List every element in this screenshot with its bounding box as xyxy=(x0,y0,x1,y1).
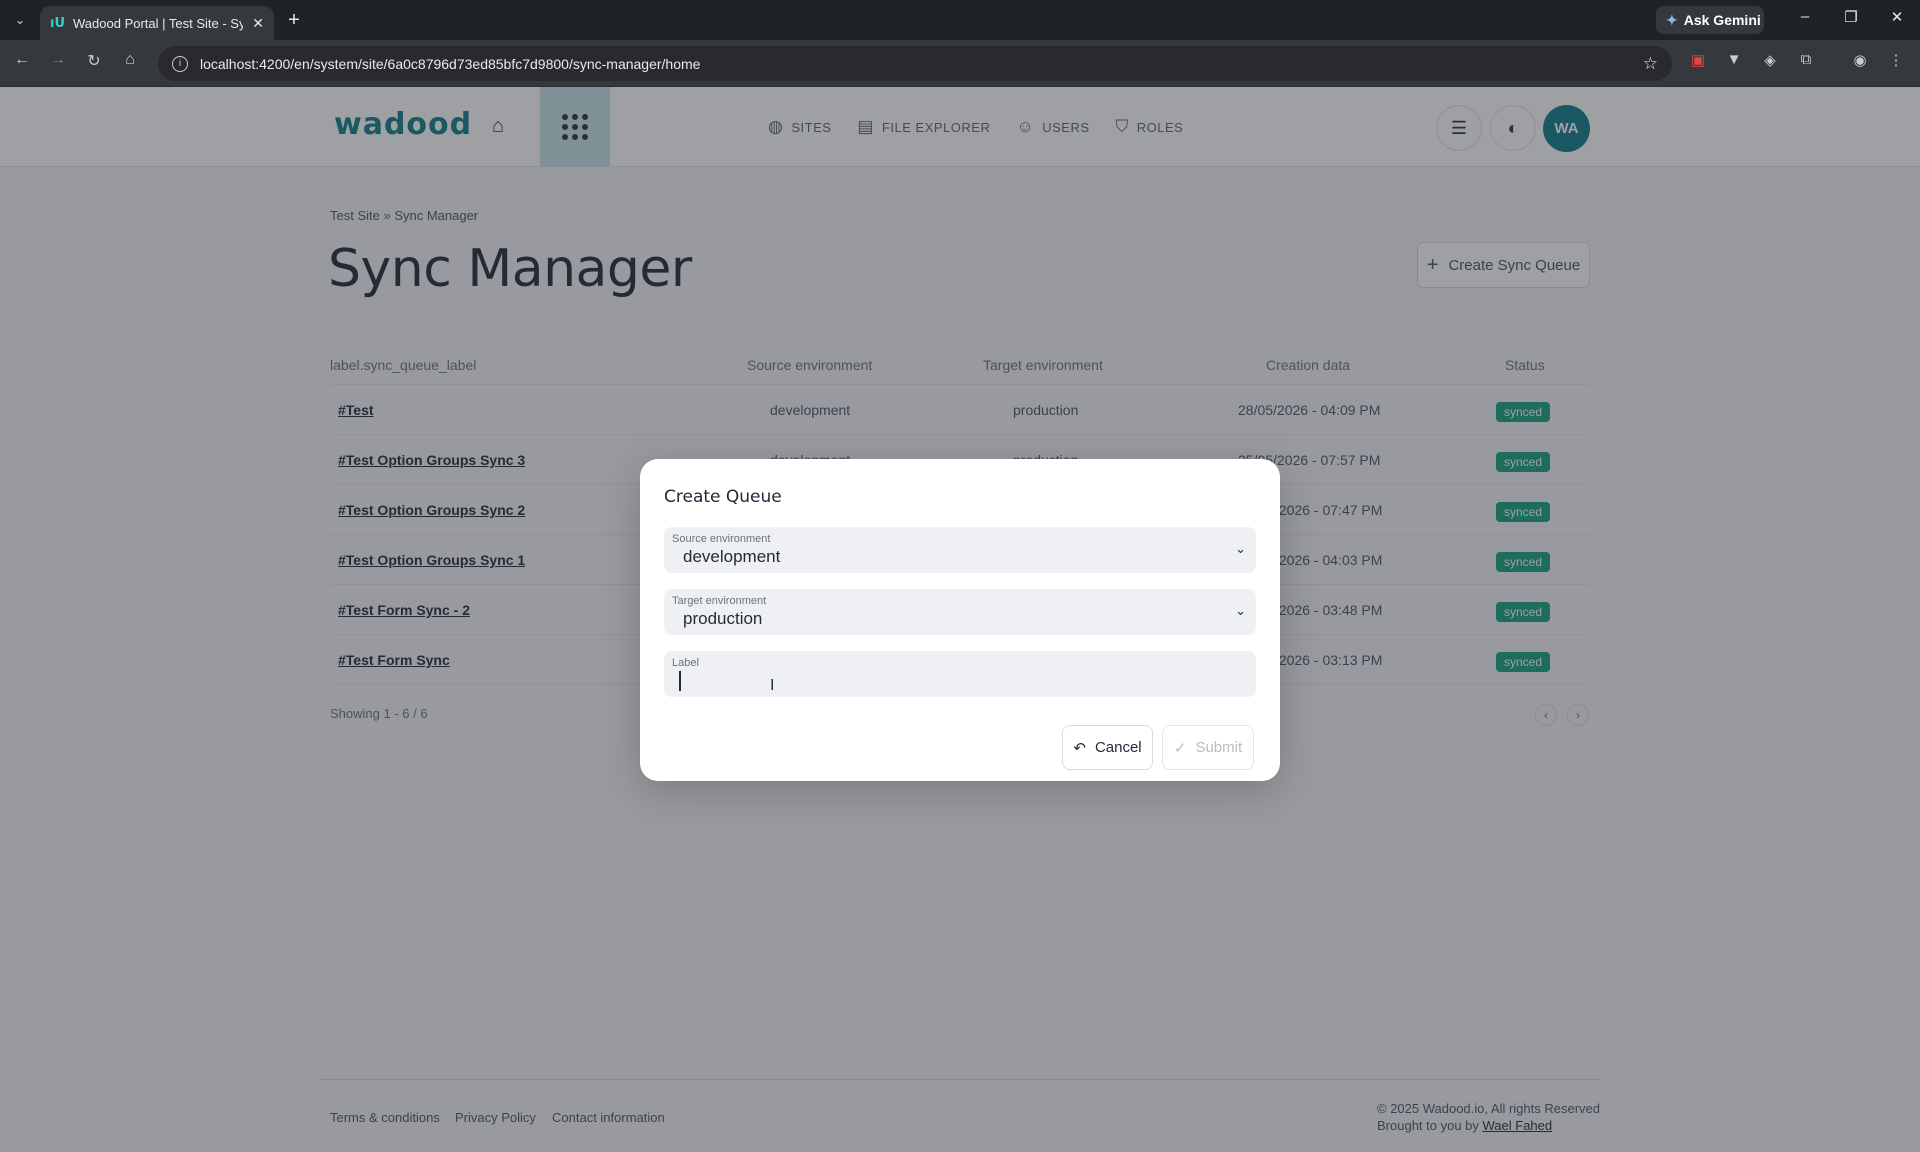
close-window-icon[interactable]: ✕ xyxy=(1882,8,1912,26)
new-tab-icon[interactable]: + xyxy=(282,8,306,32)
address-bar-row: ← → ↻ ⌂ i localhost:4200/en/system/site/… xyxy=(0,40,1920,87)
undo-icon: ↶ xyxy=(1073,739,1086,757)
extensions-puzzle-icon[interactable]: ⧉ xyxy=(1794,51,1818,75)
gemini-icon: ✦ xyxy=(1666,11,1678,28)
tab-close-icon[interactable]: ✕ xyxy=(252,15,264,32)
chevron-down-icon: ⌄ xyxy=(1235,541,1246,556)
cancel-button[interactable]: ↶ Cancel xyxy=(1062,725,1153,770)
extension-v-icon[interactable]: ▼ xyxy=(1722,51,1746,75)
source-environment-value: development xyxy=(683,547,781,566)
browser-tab[interactable]: ıU Wadood Portal | Test Site - Sync ✕ xyxy=(40,6,274,40)
browser-menu-icon[interactable]: ⋮ xyxy=(1884,51,1908,75)
extension-red-icon[interactable]: ▣ xyxy=(1686,51,1710,75)
home-icon[interactable]: ⌂ xyxy=(118,51,142,69)
tab-search-icon[interactable]: ⌄ xyxy=(8,8,32,32)
target-environment-value: production xyxy=(683,609,763,628)
source-environment-select[interactable]: Source environment development ⌄ xyxy=(664,527,1256,573)
tab-title: Wadood Portal | Test Site - Sync xyxy=(73,15,244,31)
ask-gemini-button[interactable]: ✦ Ask Gemini xyxy=(1656,6,1764,34)
forward-icon[interactable]: → xyxy=(46,51,70,69)
chevron-down-icon: ⌄ xyxy=(1235,603,1246,618)
back-icon[interactable]: ← xyxy=(10,51,34,69)
url-text: localhost:4200/en/system/site/6a0c8796d7… xyxy=(200,55,701,72)
ask-gemini-label: Ask Gemini xyxy=(1683,12,1761,28)
label-caption: Label xyxy=(672,657,699,669)
profile-icon[interactable]: ◉ xyxy=(1848,51,1872,75)
restore-icon[interactable]: ❐ xyxy=(1836,8,1866,26)
mouse-ibeam-cursor-icon: I xyxy=(770,677,775,694)
url-field[interactable]: i localhost:4200/en/system/site/6a0c8796… xyxy=(158,46,1672,81)
check-icon: ✓ xyxy=(1173,739,1187,757)
browser-tab-bar: ⌄ ıU Wadood Portal | Test Site - Sync ✕ … xyxy=(0,0,1920,40)
minimize-icon[interactable]: – xyxy=(1790,8,1820,25)
create-queue-dialog: Create Queue Source environment developm… xyxy=(640,459,1280,781)
reload-icon[interactable]: ↻ xyxy=(82,51,106,71)
cancel-label: Cancel xyxy=(1094,739,1142,756)
site-favicon-icon: ıU xyxy=(50,15,66,31)
extension-tag-icon[interactable]: ◈ xyxy=(1758,51,1782,75)
target-environment-select[interactable]: Target environment production ⌄ xyxy=(664,589,1256,635)
text-caret xyxy=(679,671,681,691)
dialog-title: Create Queue xyxy=(664,487,782,507)
source-environment-caption: Source environment xyxy=(672,533,771,545)
target-environment-caption: Target environment xyxy=(672,595,767,607)
submit-label: Submit xyxy=(1195,739,1243,756)
submit-button[interactable]: ✓ Submit xyxy=(1162,725,1254,770)
site-info-icon[interactable]: i xyxy=(172,55,188,72)
label-input[interactable]: Label I xyxy=(664,651,1256,697)
bookmark-star-icon[interactable]: ☆ xyxy=(1643,54,1658,74)
